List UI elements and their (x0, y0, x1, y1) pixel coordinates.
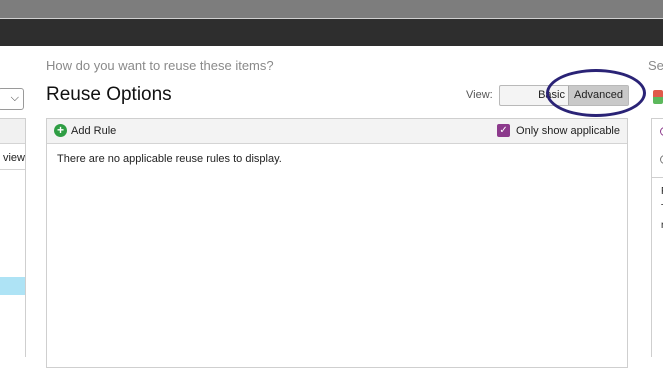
left-dropdown[interactable]: ⌵ (0, 88, 24, 110)
view-label: View: (466, 89, 493, 101)
view-advanced-button[interactable]: Advanced (568, 86, 628, 105)
only-applicable-toggle: ✓ Only show applicable (497, 124, 620, 137)
only-applicable-checkbox[interactable]: ✓ (497, 124, 511, 137)
page-title: Reuse Options (46, 84, 172, 105)
chevron-down-icon: ⌵ (10, 92, 19, 104)
rules-toolbar: + Add Rule ✓ Only show applicable (47, 119, 627, 144)
left-panel: ⌵ view (0, 46, 26, 357)
add-rule-button[interactable]: + Add Rule (54, 124, 116, 137)
lock-icon[interactable] (653, 90, 663, 104)
right-panel-heading: Se (648, 58, 663, 73)
empty-rules-message: There are no applicable reuse rules to d… (57, 153, 282, 165)
view-toggle: Basic Advanced (499, 85, 629, 106)
browser-bar (0, 0, 663, 19)
left-list-column-header: view (0, 147, 25, 170)
add-rule-label: Add Rule (71, 124, 117, 137)
left-list-header (0, 119, 25, 144)
right-panel: F T r (651, 118, 663, 357)
app-header-bar (0, 19, 663, 46)
only-applicable-label: Only show applicable (516, 124, 620, 137)
view-basic-button[interactable]: Basic (500, 86, 568, 105)
plus-circle-icon: + (54, 124, 67, 137)
left-list: view (0, 118, 26, 357)
left-list-selected-row[interactable] (0, 277, 25, 295)
reuse-question: How do you want to reuse these items? (46, 58, 274, 73)
right-panel-content: F T r (652, 177, 663, 358)
reuse-rules-panel: + Add Rule ✓ Only show applicable There … (46, 118, 628, 368)
